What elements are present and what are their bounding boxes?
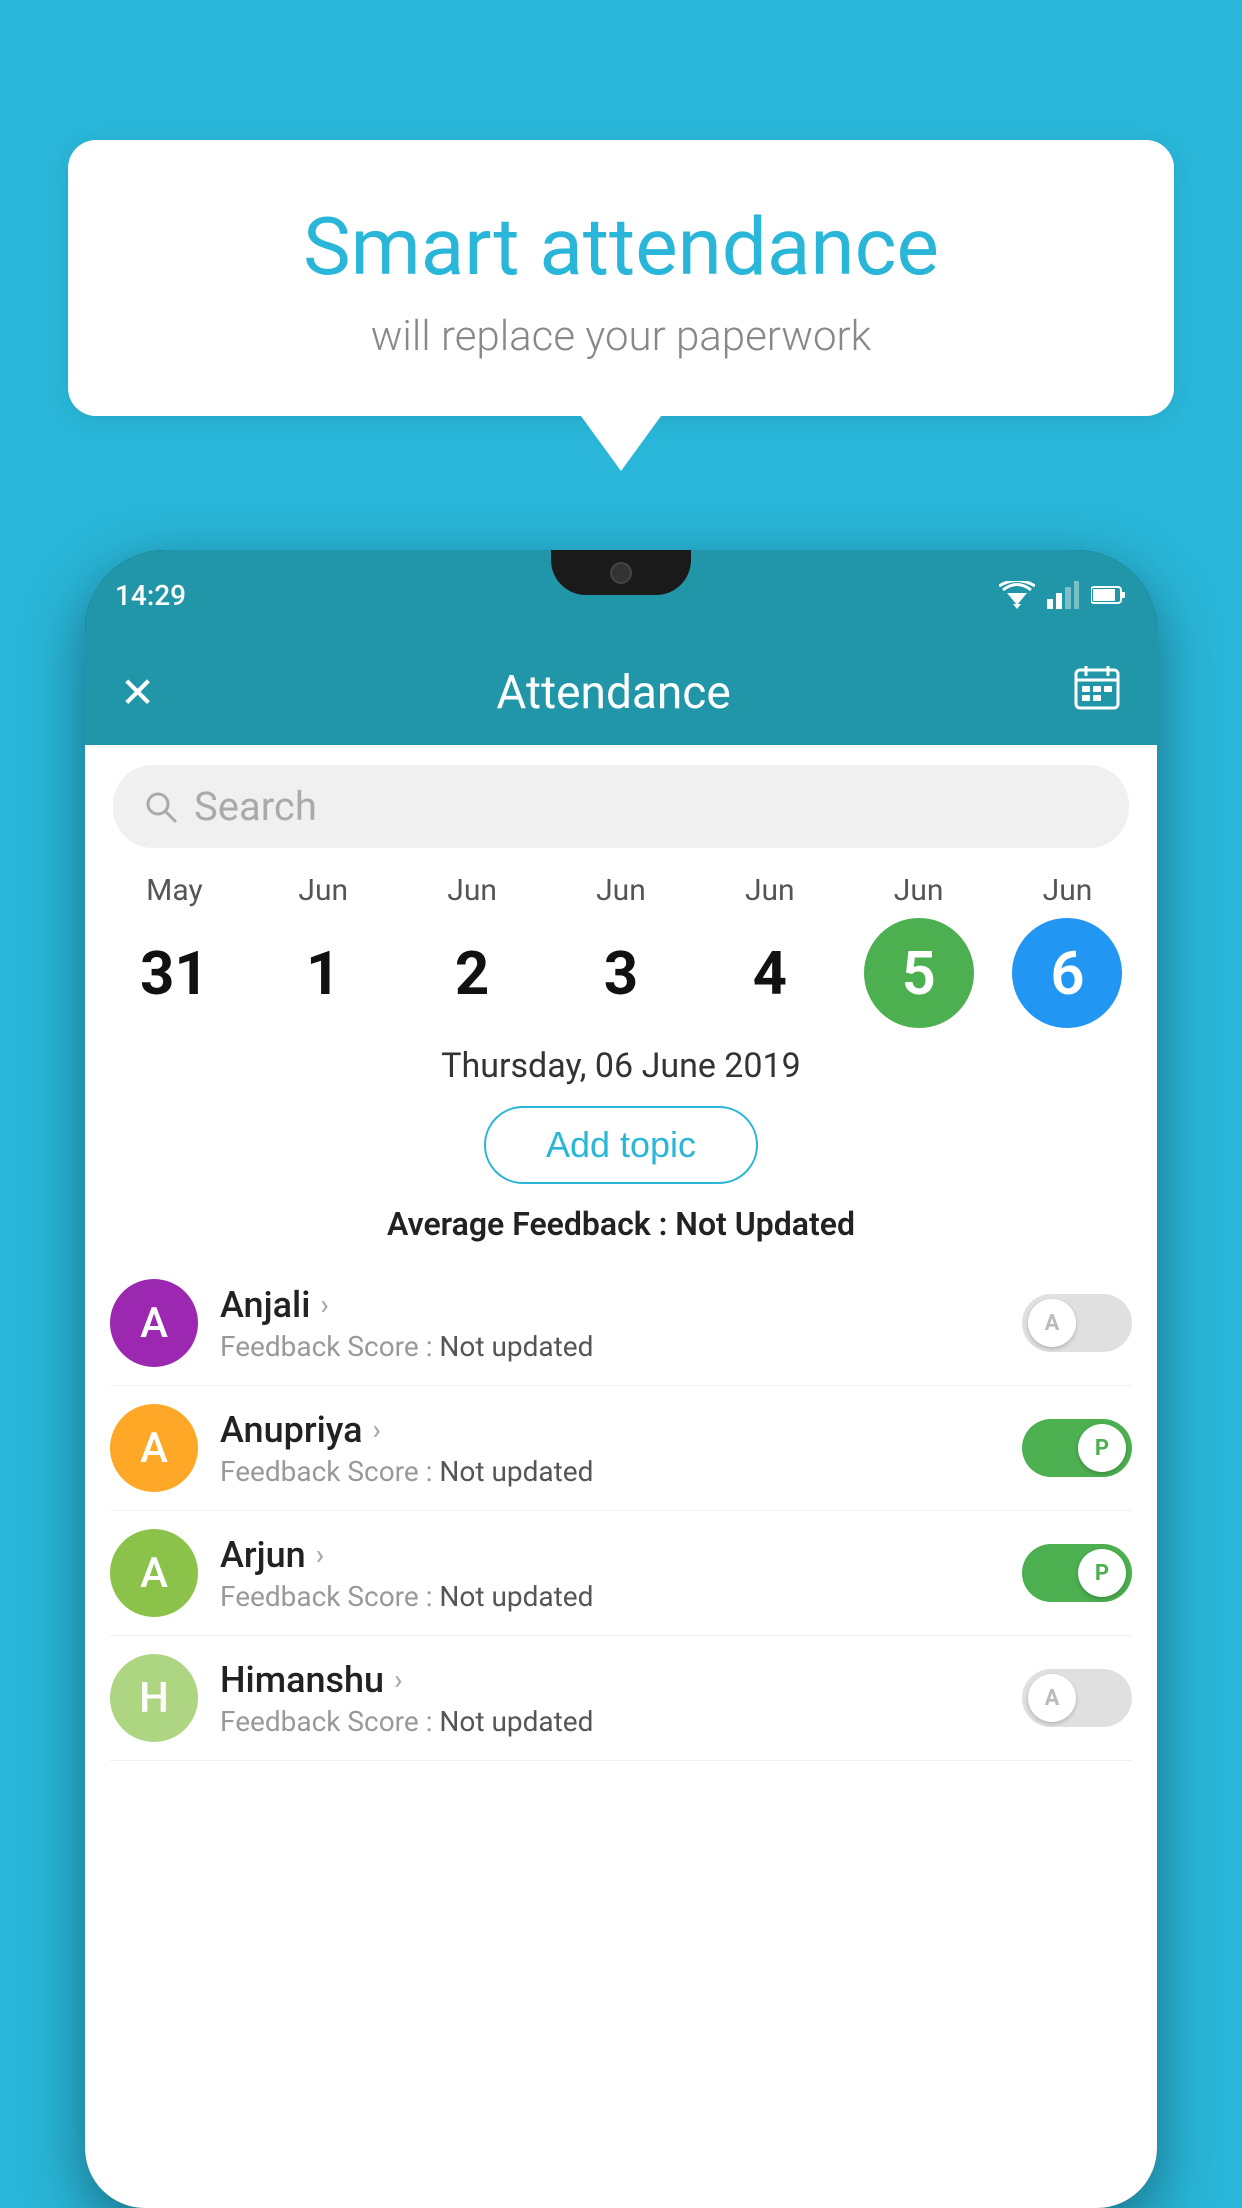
speech-bubble-subtitle: will replace your paperwork	[118, 312, 1124, 361]
avatar: A	[110, 1529, 198, 1617]
toggle-circle: P	[1078, 1424, 1126, 1472]
chevron-icon: ›	[320, 1288, 328, 1321]
avatar: H	[110, 1654, 198, 1742]
student-feedback: Feedback Score : Not updated	[220, 1580, 1000, 1613]
calendar-day[interactable]: Jun 6	[1002, 873, 1132, 1028]
cal-date: 1	[268, 918, 378, 1028]
calendar-day[interactable]: Jun 1	[258, 873, 388, 1028]
cal-month: Jun	[298, 873, 348, 908]
speech-bubble: Smart attendance will replace your paper…	[68, 140, 1174, 416]
app-header: ✕ Attendance	[85, 640, 1157, 745]
close-button[interactable]: ✕	[120, 668, 155, 718]
calendar-day[interactable]: Jun 3	[556, 873, 686, 1028]
attendance-toggle[interactable]: A	[1022, 1669, 1132, 1727]
phone-content: Search May 31 Jun 1 Jun 2 Jun 3 Jun 4 Jun 5 Jun 6 Thu…	[85, 745, 1157, 2208]
selected-date: Thursday, 06 June 2019	[85, 1028, 1157, 1098]
toggle-circle: P	[1078, 1549, 1126, 1597]
calendar-day[interactable]: Jun 2	[407, 873, 537, 1028]
attendance-toggle[interactable]: A	[1022, 1294, 1132, 1352]
wifi-icon	[999, 581, 1035, 609]
calendar-row: May 31 Jun 1 Jun 2 Jun 3 Jun 4 Jun 5 Jun 6	[85, 863, 1157, 1028]
student-list: AAnjali ›Feedback Score : Not updatedAAA…	[85, 1261, 1157, 1761]
cal-month: Jun	[894, 873, 944, 908]
search-icon	[143, 789, 179, 825]
search-bar: Search	[85, 745, 1157, 863]
student-info: Himanshu › Feedback Score : Not updated	[220, 1659, 1000, 1738]
search-input[interactable]: Search	[194, 783, 317, 830]
cal-month: Jun	[596, 873, 646, 908]
student-name: Anupriya ›	[220, 1409, 1000, 1451]
speech-bubble-title: Smart attendance	[118, 200, 1124, 294]
student-info: Anjali › Feedback Score : Not updated	[220, 1284, 1000, 1363]
cal-month: May	[146, 873, 202, 908]
student-item[interactable]: A Arjun › Feedback Score : Not updated P	[110, 1511, 1132, 1636]
cal-date: 31	[119, 918, 229, 1028]
cal-date: 5	[864, 918, 974, 1028]
student-info: Arjun › Feedback Score : Not updated	[220, 1534, 1000, 1613]
calendar-icon	[1072, 662, 1122, 712]
calendar-button[interactable]	[1072, 662, 1122, 723]
student-feedback: Feedback Score : Not updated	[220, 1330, 1000, 1363]
notch	[551, 550, 691, 595]
battery-icon	[1091, 585, 1127, 605]
student-item[interactable]: H Himanshu › Feedback Score : Not updated A	[110, 1636, 1132, 1761]
status-icons	[999, 581, 1127, 609]
student-info: Anupriya › Feedback Score : Not updated	[220, 1409, 1000, 1488]
attendance-toggle[interactable]: P	[1022, 1419, 1132, 1477]
student-name: Arjun ›	[220, 1534, 1000, 1576]
cal-date: 4	[715, 918, 825, 1028]
avg-feedback-value: Not Updated	[675, 1205, 855, 1243]
phone-frame: 14:29	[85, 550, 1157, 2208]
chevron-icon: ›	[316, 1538, 324, 1571]
student-item[interactable]: A Anupriya › Feedback Score : Not updated P	[110, 1386, 1132, 1511]
toggle-circle: A	[1028, 1299, 1076, 1347]
toggle-circle: A	[1028, 1674, 1076, 1722]
add-topic-container: Add topic	[85, 1098, 1157, 1199]
cal-date: 3	[566, 918, 676, 1028]
student-name: Anjali ›	[220, 1284, 1000, 1326]
cal-month: Jun	[447, 873, 497, 908]
calendar-day[interactable]: Jun 4	[705, 873, 835, 1028]
avatar: A	[110, 1404, 198, 1492]
student-item[interactable]: A Anjali › Feedback Score : Not updated A	[110, 1261, 1132, 1386]
signal-icon	[1047, 581, 1079, 609]
speech-bubble-tail	[581, 416, 661, 471]
calendar-day[interactable]: May 31	[109, 873, 239, 1028]
status-bar: 14:29	[85, 550, 1157, 640]
notch-camera	[610, 562, 632, 584]
speech-bubble-container: Smart attendance will replace your paper…	[68, 140, 1174, 471]
student-feedback: Feedback Score : Not updated	[220, 1455, 1000, 1488]
add-topic-button[interactable]: Add topic	[484, 1106, 758, 1184]
header-title: Attendance	[496, 666, 730, 720]
calendar-day[interactable]: Jun 5	[854, 873, 984, 1028]
attendance-toggle[interactable]: P	[1022, 1544, 1132, 1602]
average-feedback: Average Feedback : Not Updated	[85, 1199, 1157, 1261]
status-time: 14:29	[115, 579, 186, 612]
search-input-wrapper[interactable]: Search	[113, 765, 1129, 848]
cal-month: Jun	[1043, 873, 1093, 908]
cal-date: 6	[1012, 918, 1122, 1028]
cal-month: Jun	[745, 873, 795, 908]
student-feedback: Feedback Score : Not updated	[220, 1705, 1000, 1738]
chevron-icon: ›	[394, 1663, 402, 1696]
chevron-icon: ›	[373, 1413, 381, 1446]
student-name: Himanshu ›	[220, 1659, 1000, 1701]
avg-feedback-label: Average Feedback :	[387, 1205, 667, 1243]
cal-date: 2	[417, 918, 527, 1028]
avatar: A	[110, 1279, 198, 1367]
